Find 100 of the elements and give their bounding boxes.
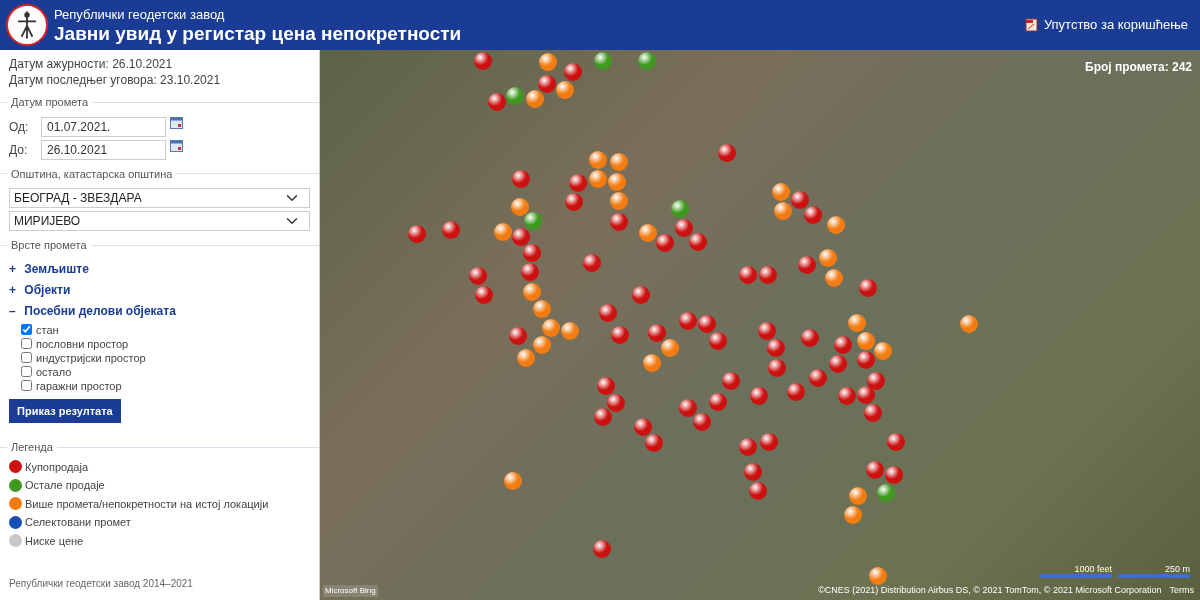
cadastral-municipality-select[interactable]: МИРИЈЕВО bbox=[9, 211, 310, 231]
map-marker[interactable] bbox=[564, 193, 583, 211]
map-marker[interactable] bbox=[708, 331, 727, 350]
map-marker[interactable] bbox=[689, 233, 707, 251]
map-marker[interactable] bbox=[504, 472, 522, 490]
map-marker[interactable] bbox=[884, 466, 903, 484]
map-marker[interactable] bbox=[679, 399, 697, 417]
map-marker[interactable] bbox=[844, 505, 863, 524]
map-marker[interactable] bbox=[767, 339, 786, 358]
map-marker[interactable] bbox=[512, 170, 530, 188]
municipality-select[interactable]: БЕОГРАД - ЗВЕЗДАРА bbox=[9, 188, 310, 208]
map-marker[interactable] bbox=[532, 299, 551, 318]
map-marker[interactable] bbox=[801, 329, 819, 347]
checkbox[interactable] bbox=[21, 380, 32, 391]
map-marker[interactable] bbox=[827, 216, 845, 234]
checkbox[interactable] bbox=[21, 352, 32, 363]
date-to-field[interactable]: 26.10.2021 bbox=[41, 139, 166, 160]
terms-link[interactable]: Terms bbox=[1169, 583, 1194, 597]
map-marker[interactable] bbox=[709, 393, 727, 411]
map-marker[interactable] bbox=[660, 338, 679, 357]
map-marker[interactable] bbox=[597, 377, 615, 395]
map-marker[interactable] bbox=[539, 53, 557, 71]
map-marker[interactable] bbox=[859, 279, 877, 297]
category-toggle[interactable]: + Објекти bbox=[9, 280, 310, 299]
map-marker[interactable] bbox=[787, 383, 805, 401]
map-marker[interactable] bbox=[469, 267, 487, 285]
map-marker[interactable] bbox=[561, 322, 579, 340]
map-marker[interactable] bbox=[791, 191, 810, 210]
map-marker[interactable] bbox=[569, 174, 587, 192]
map-marker[interactable] bbox=[773, 202, 792, 221]
map-marker[interactable] bbox=[834, 336, 852, 354]
map-marker[interactable] bbox=[493, 223, 512, 241]
map-marker[interactable] bbox=[857, 351, 875, 369]
map-marker[interactable] bbox=[722, 372, 740, 390]
map-marker[interactable] bbox=[475, 286, 493, 304]
map-marker[interactable] bbox=[874, 342, 893, 361]
map-marker[interactable] bbox=[866, 461, 884, 479]
map-marker[interactable] bbox=[819, 249, 837, 267]
show-results-button[interactable]: Приказ резултата bbox=[9, 398, 121, 423]
map-marker[interactable] bbox=[718, 144, 736, 162]
map-marker[interactable] bbox=[692, 412, 711, 431]
map-marker[interactable] bbox=[607, 393, 626, 412]
map-marker[interactable] bbox=[524, 212, 543, 231]
checkbox[interactable] bbox=[21, 338, 32, 349]
map-marker[interactable] bbox=[838, 387, 856, 405]
map-marker[interactable] bbox=[610, 192, 629, 211]
map-marker[interactable] bbox=[538, 75, 556, 93]
map-marker[interactable] bbox=[517, 349, 535, 367]
map-marker[interactable] bbox=[532, 336, 551, 355]
map-marker[interactable] bbox=[639, 224, 658, 243]
map-marker[interactable] bbox=[488, 93, 506, 111]
map-marker[interactable] bbox=[772, 183, 790, 201]
map-marker[interactable] bbox=[864, 404, 882, 422]
user-manual-link[interactable]: Упутство за коришћење bbox=[1043, 15, 1188, 35]
category-toggle[interactable]: + Земљиште bbox=[9, 259, 310, 278]
map-marker[interactable] bbox=[594, 408, 613, 427]
calendar-icon[interactable] bbox=[170, 116, 183, 129]
map-marker[interactable] bbox=[656, 234, 674, 252]
map-marker[interactable] bbox=[758, 266, 777, 284]
map-marker[interactable] bbox=[588, 170, 607, 188]
map-marker[interactable] bbox=[525, 89, 544, 108]
map-marker[interactable] bbox=[511, 198, 529, 216]
map-marker[interactable] bbox=[564, 63, 582, 81]
map-marker[interactable] bbox=[877, 483, 896, 502]
map-marker[interactable] bbox=[643, 354, 661, 372]
map-marker[interactable] bbox=[847, 314, 866, 333]
map-marker[interactable] bbox=[825, 269, 843, 287]
map-marker[interactable] bbox=[523, 282, 542, 301]
map-marker[interactable] bbox=[849, 487, 867, 505]
map-marker[interactable] bbox=[798, 256, 816, 274]
map-marker[interactable] bbox=[645, 433, 664, 452]
map-marker[interactable] bbox=[739, 266, 757, 284]
map-marker[interactable] bbox=[474, 52, 492, 70]
map-marker[interactable] bbox=[589, 151, 607, 169]
map-marker[interactable] bbox=[679, 312, 697, 330]
checkbox[interactable] bbox=[21, 366, 32, 377]
date-from-field[interactable]: 01.07.2021. bbox=[41, 116, 166, 137]
map-marker[interactable] bbox=[512, 227, 531, 246]
map-marker[interactable] bbox=[638, 52, 656, 70]
satellite-map[interactable]: Број промета: 242 1000 feet 250 m Microsoft Bing ©CNES (2021) Distribution Airbus DS, © 2021 TomTom, © 2021 Microsoft Corporation Terms bbox=[320, 50, 1200, 600]
map-marker[interactable] bbox=[750, 387, 768, 405]
map-marker[interactable] bbox=[744, 463, 762, 481]
map-marker[interactable] bbox=[758, 322, 776, 340]
map-marker[interactable] bbox=[960, 315, 978, 333]
map-marker[interactable] bbox=[698, 315, 717, 334]
map-marker[interactable] bbox=[768, 358, 787, 377]
map-marker[interactable] bbox=[675, 219, 694, 238]
map-marker[interactable] bbox=[809, 369, 827, 387]
map-marker[interactable] bbox=[408, 225, 426, 243]
map-marker[interactable] bbox=[857, 331, 875, 350]
map-marker[interactable] bbox=[594, 52, 612, 70]
category-toggle[interactable]: – Посебни делови објеката bbox=[9, 301, 310, 320]
map-marker[interactable] bbox=[523, 244, 541, 262]
map-marker[interactable] bbox=[506, 86, 525, 105]
calendar-icon[interactable] bbox=[170, 139, 183, 152]
map-marker[interactable] bbox=[542, 319, 560, 337]
map-marker[interactable] bbox=[887, 433, 905, 451]
map-marker[interactable] bbox=[599, 304, 617, 322]
map-marker[interactable] bbox=[509, 327, 527, 345]
map-marker[interactable] bbox=[608, 173, 626, 191]
